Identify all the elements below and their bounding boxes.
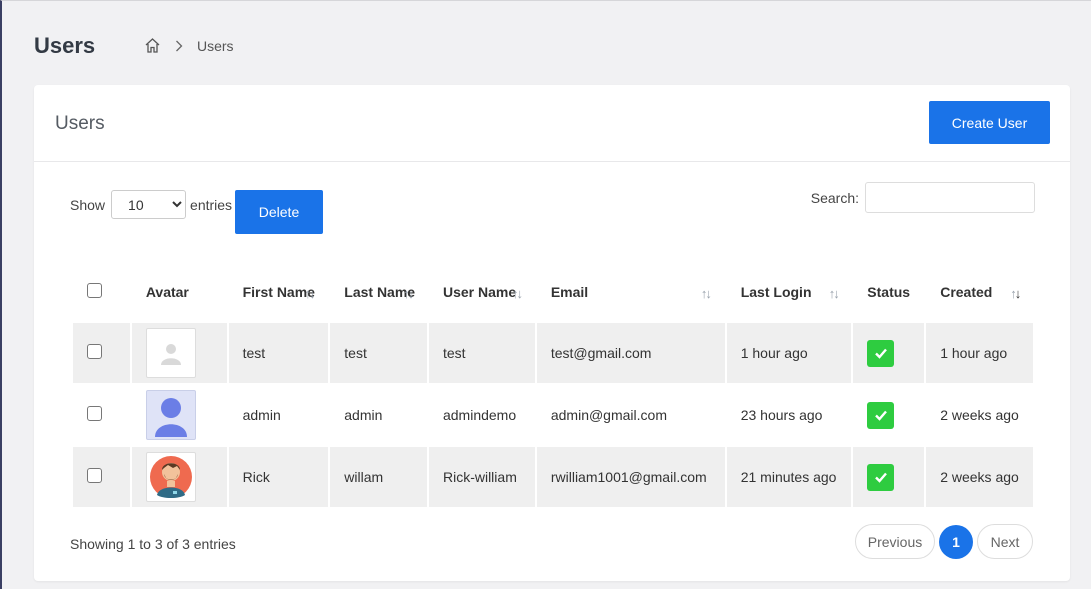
select-all-header <box>73 262 130 321</box>
page-title: Users <box>34 33 96 58</box>
previous-page-button[interactable]: Previous <box>855 524 935 559</box>
column-header-first-name[interactable]: First Name ↑↓ <box>229 262 329 321</box>
user-name-cell: admindemo <box>428 385 535 445</box>
avatar-cell <box>131 385 227 445</box>
status-cell <box>853 447 925 507</box>
show-label: Show <box>70 196 106 213</box>
default-user-avatar-icon <box>145 390 196 440</box>
column-header-status[interactable]: Status <box>853 262 924 321</box>
created-cell: 1 hour ago <box>926 323 1033 383</box>
avatar-cell <box>131 323 227 383</box>
last-login-cell: 21 minutes ago <box>726 447 852 507</box>
first-name-cell: admin <box>228 385 329 445</box>
table-info: Showing 1 to 3 of 3 entries <box>70 536 236 552</box>
next-page-button[interactable]: Next <box>977 524 1033 559</box>
column-header-created[interactable]: Created ↑↓ <box>926 262 1033 321</box>
check-icon <box>867 339 895 367</box>
last-login-cell: 1 hour ago <box>726 323 852 383</box>
check-icon <box>867 401 895 429</box>
last-name-cell: admin <box>330 385 427 445</box>
chevron-right-icon <box>175 40 183 52</box>
last-login-cell: 23 hours ago <box>726 385 852 445</box>
last-name-cell: test <box>330 323 427 383</box>
first-name-cell: test <box>228 323 329 383</box>
user-name-cell: Rick-william <box>428 447 535 507</box>
home-icon[interactable] <box>144 37 161 54</box>
table-row[interactable]: admin admin admindemo admin@gmail.com 23… <box>73 385 1033 445</box>
sort-desc-icon: ↑↓ <box>1010 286 1021 301</box>
select-all-checkbox[interactable] <box>87 282 102 298</box>
placeholder-avatar-icon <box>145 328 196 378</box>
column-header-avatar: Avatar <box>145 283 189 300</box>
check-icon <box>867 463 895 491</box>
row-select-cell <box>73 323 130 383</box>
users-card: Users Create User Show 10 entries Delete… <box>34 85 1070 581</box>
row-checkbox[interactable] <box>87 406 102 421</box>
delete-button[interactable]: Delete <box>235 190 323 234</box>
entries-label: entries <box>190 196 233 213</box>
cartoon-man-avatar <box>145 452 196 502</box>
email-cell: test@gmail.com <box>536 323 725 383</box>
user-name-cell: test <box>428 323 535 383</box>
status-cell <box>853 323 925 383</box>
row-checkbox[interactable] <box>87 344 102 359</box>
search-label: Search: <box>810 189 859 206</box>
page-size-select[interactable]: 10 <box>111 190 187 219</box>
create-user-button[interactable]: Create User <box>929 101 1050 144</box>
table-row[interactable]: Rick willam Rick-william rwilliam1001@gm… <box>73 447 1033 507</box>
column-header-user-name[interactable]: User Name ↑↓ <box>429 262 535 321</box>
column-header-email[interactable]: Email ↑↓ <box>537 262 725 321</box>
sort-icon: ↑↓ <box>403 286 414 301</box>
search-control: Search: <box>811 182 1035 213</box>
row-select-cell <box>73 447 130 507</box>
status-cell <box>853 385 925 445</box>
card-title: Users <box>55 113 105 134</box>
last-name-cell: willam <box>330 447 427 507</box>
email-cell: admin@gmail.com <box>536 385 725 445</box>
sort-icon: ↑↓ <box>304 286 316 301</box>
page-1-button[interactable]: 1 <box>939 524 973 559</box>
breadcrumb: Users <box>144 37 234 54</box>
created-cell: 2 weeks ago <box>926 447 1033 507</box>
card-header: Users Create User <box>34 85 1070 162</box>
page-length-control: Show 10 entries <box>70 190 232 219</box>
pagination: Previous 1 Next <box>855 524 1033 559</box>
table-row[interactable]: test test test test@gmail.com 1 hour ago… <box>73 323 1033 383</box>
users-table: Avatar First Name ↑↓ Last Name ↑↓ User Nam… <box>71 260 1035 509</box>
row-select-cell <box>73 385 130 445</box>
search-input[interactable] <box>865 182 1035 213</box>
created-cell: 2 weeks ago <box>926 385 1033 445</box>
sort-icon: ↑↓ <box>828 286 840 301</box>
first-name-cell: Rick <box>228 447 329 507</box>
email-cell: rwilliam1001@gmail.com <box>536 447 725 507</box>
row-checkbox[interactable] <box>87 468 102 483</box>
column-header-last-login[interactable]: Last Login ↑↓ <box>727 262 852 321</box>
avatar-cell <box>131 447 227 507</box>
column-header-last-name[interactable]: Last Name ↑↓ <box>330 262 427 321</box>
sort-icon: ↑↓ <box>700 286 712 301</box>
table-header-row: Avatar First Name ↑↓ Last Name ↑↓ User Nam… <box>73 262 1033 321</box>
page-header: Users <box>34 31 95 61</box>
breadcrumb-current: Users <box>197 37 234 54</box>
sort-icon: ↑↓ <box>511 286 523 301</box>
